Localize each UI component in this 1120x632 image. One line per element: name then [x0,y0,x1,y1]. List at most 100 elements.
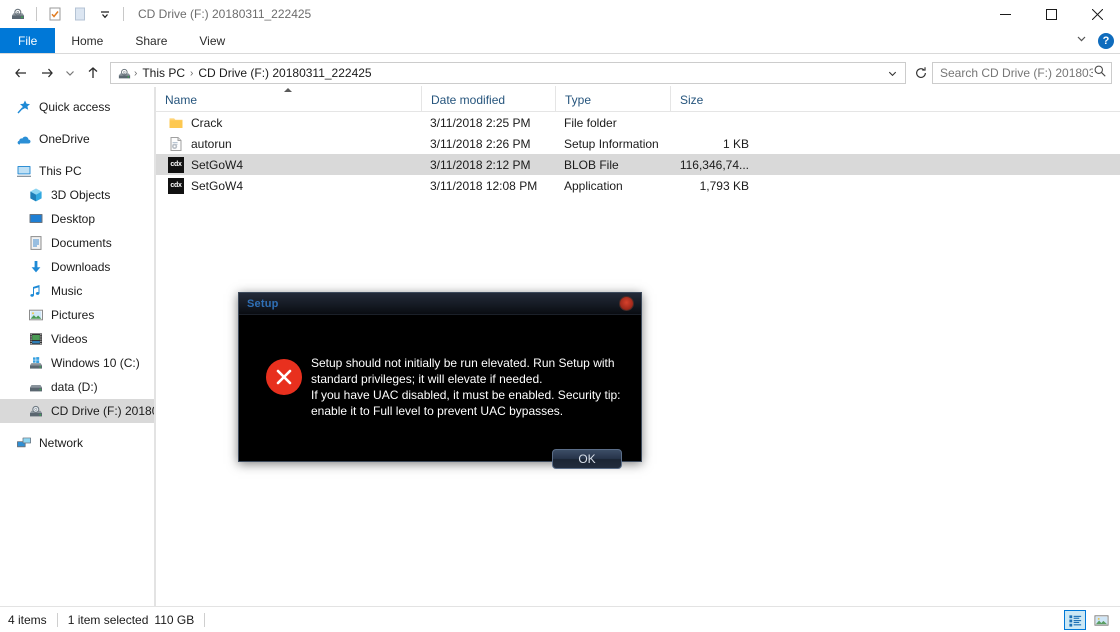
customize-chevron-icon[interactable] [95,4,115,24]
table-row[interactable]: autorun 3/11/2018 2:26 PM Setup Informat… [156,133,1120,154]
breadcrumb-drive-icon[interactable] [116,65,132,81]
drive-icon[interactable] [8,4,28,24]
sidebar-label: Downloads [51,260,111,274]
sidebar-item-music[interactable]: Music [0,279,155,303]
file-size-cell: 1,793 KB [699,178,749,193]
sidebar-label: Music [51,284,83,298]
dialog-message-line: Setup should not initially be run elevat… [311,356,615,370]
sidebar-item-quick-access[interactable]: Quick access [0,95,155,119]
up-button[interactable] [80,61,106,85]
sidebar-item-desktop[interactable]: Desktop [0,207,155,231]
download-arrow-icon [28,259,44,275]
hard-drive-windows-icon [28,355,44,371]
dialog-message-line: enable it to Full level to prevent UAC b… [311,404,564,418]
properties-checkmark-icon[interactable] [45,4,65,24]
search-icon[interactable] [1093,64,1107,83]
column-header-size-label: Size [680,93,704,107]
column-header-name[interactable]: Name [156,86,421,111]
status-divider-1 [56,612,58,627]
large-icons-view-icon[interactable] [1090,610,1112,630]
breadcrumb-separator-2: › [190,67,194,79]
ribbon-tab-bar: File Home Share View ? [0,28,1120,54]
file-size-cell: 116,346,74... [679,157,749,172]
sidebar-item-cd-drive-f[interactable]: CD Drive (F:) 201803 [0,399,155,423]
window-controls [982,0,1120,28]
sidebar-item-documents[interactable]: Documents [0,231,155,255]
picture-icon [28,307,44,323]
status-selection: 1 item selected [67,612,149,627]
column-header-name-label: Name [165,93,198,107]
sidebar-label: Windows 10 (C:) [51,356,140,370]
title-bar: CD Drive (F:) 20180311_222425 [0,0,1120,28]
file-name-label: SetGoW4 [191,157,244,172]
sidebar-gap-2 [0,151,155,159]
sidebar-label: Quick access [39,100,111,114]
cube-icon [28,187,44,203]
cd-drive-icon [28,403,44,419]
file-explorer-window: CD Drive (F:) 20180311_222425 File Home … [0,0,1120,632]
status-selection-size: 110 GB [154,612,195,627]
column-headers: Name Date modified Type Size [156,86,1120,112]
sidebar-item-this-pc[interactable]: This PC [0,159,155,183]
file-date-cell: 3/11/2018 2:12 PM [430,157,531,172]
close-button[interactable] [1074,0,1120,28]
dialog-message-line: standard privileges; it will elevate if … [311,372,543,386]
tab-view[interactable]: View [183,28,241,53]
back-button[interactable] [8,61,34,85]
table-row[interactable]: Crack 3/11/2018 2:25 PM File folder [156,112,1120,133]
document-icon [28,235,44,251]
new-folder-icon[interactable] [70,4,90,24]
forward-button[interactable] [34,61,60,85]
sidebar-item-pictures[interactable]: Pictures [0,303,155,327]
breadcrumb-item-this-pc[interactable]: This PC [139,66,188,80]
dialog-close-button[interactable] [619,296,634,311]
sidebar-item-data-d[interactable]: data (D:) [0,375,155,399]
details-view-icon[interactable] [1064,610,1086,630]
sidebar-item-onedrive[interactable]: OneDrive [0,127,155,151]
dialog-title-bar: Setup [239,293,641,315]
status-bar: 4 items 1 item selected 110 GB [0,606,1120,632]
toolbar-divider-2 [123,7,124,21]
ribbon-collapse-chevron-icon[interactable] [1075,32,1088,50]
column-header-date-modified[interactable]: Date modified [421,86,555,111]
music-note-icon [28,283,44,299]
recent-locations-button[interactable] [60,61,80,85]
cdx-file-icon: cdx [168,177,184,194]
help-icon[interactable]: ? [1098,33,1114,49]
maximize-button[interactable] [1028,0,1074,28]
sidebar-item-3d-objects[interactable]: 3D Objects [0,183,155,207]
column-header-type-label: Type [565,93,592,107]
sidebar-item-videos[interactable]: Videos [0,327,155,351]
file-name-cell: autorun [156,136,421,152]
table-row[interactable]: cdx SetGoW4 3/11/2018 12:08 PM Applicati… [156,175,1120,196]
file-name-cell: Crack [156,115,421,131]
breadcrumb-item-cd-drive[interactable]: CD Drive (F:) 20180311_222425 [195,66,374,80]
address-dropdown-icon[interactable] [883,68,901,79]
column-header-size[interactable]: Size [670,86,755,111]
ok-button[interactable]: OK [552,449,622,469]
tab-file[interactable]: File [0,28,56,53]
file-name-cell: cdx SetGoW4 [156,177,421,194]
search-placeholder: Search CD Drive (F:) 20180311... [940,66,1093,80]
tab-share[interactable]: Share [119,28,183,53]
sidebar-item-network[interactable]: Network [0,431,155,455]
sidebar-item-windows-c[interactable]: Windows 10 (C:) [0,351,155,375]
minimize-button[interactable] [982,0,1028,28]
address-input[interactable]: › This PC › CD Drive (F:) 20180311_22242… [110,62,906,84]
sidebar-gap-3 [0,423,155,431]
tab-home[interactable]: Home [55,28,119,53]
column-header-type[interactable]: Type [555,86,670,111]
file-type-cell: File folder [564,115,617,130]
table-row[interactable]: cdx SetGoW4 3/11/2018 2:12 PM BLOB File … [156,154,1120,175]
file-date-cell: 3/11/2018 2:25 PM [430,115,531,130]
file-name-label: Crack [191,115,223,130]
search-input[interactable]: Search CD Drive (F:) 20180311... [932,62,1112,84]
file-name-cell: cdx SetGoW4 [156,156,421,173]
dialog-message-line: If you have UAC disabled, it must be ena… [311,388,621,402]
file-size-cell: 1 KB [722,136,749,151]
refresh-button[interactable] [910,62,932,84]
dialog-message: Setup should not initially be run elevat… [311,355,623,419]
sidebar-item-downloads[interactable]: Downloads [0,255,155,279]
sidebar-label: Documents [51,236,112,250]
dialog-title: Setup [247,297,279,310]
